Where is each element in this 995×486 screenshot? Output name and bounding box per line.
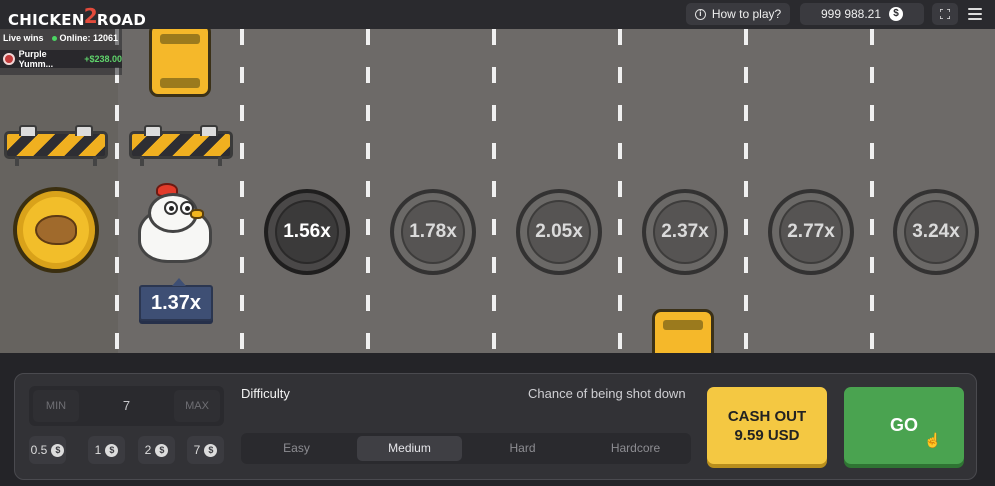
how-to-play-button[interactable]: i How to play? (686, 3, 790, 25)
hamburger-menu-button[interactable] (966, 6, 984, 22)
dollar-coin-icon: $ (105, 443, 119, 457)
go-button[interactable]: GO (844, 387, 964, 464)
dollar-coin-icon: $ (889, 7, 904, 21)
lane-divider (492, 29, 496, 353)
top-bar: CHICKEN2ROAD i How to play? 999 988.21 $ (0, 0, 995, 29)
barrier-legs (140, 157, 222, 166)
cash-out-amount: 9.59 USD (734, 426, 800, 444)
multiplier-manhole-2[interactable]: 1.78x (390, 189, 476, 275)
taxi-rear-window (160, 78, 200, 88)
balance-display: 999 988.21 $ (800, 3, 924, 25)
fullscreen-button[interactable] (932, 3, 958, 25)
game-logo: CHICKEN2ROAD (8, 4, 147, 29)
lane-divider (870, 29, 874, 353)
menu-icon-bar (968, 18, 982, 20)
road-area: 1.37x 1.56x 1.78x 2.05x 2.37x 2.77x 3.24… (0, 29, 995, 353)
chicken-eye (164, 201, 178, 215)
player-avatar (3, 53, 15, 65)
dollar-coin-icon: $ (155, 443, 169, 457)
chicken-player (134, 179, 214, 269)
game-root: CHICKEN2ROAD i How to play? 999 988.21 $ (0, 0, 995, 486)
chicken-beak (190, 209, 204, 219)
difficulty-label: Difficulty (241, 386, 290, 401)
quick-bet-button[interactable]: 7 $ (187, 436, 224, 464)
taxi-windshield (663, 320, 703, 330)
live-wins-label: Live wins (3, 33, 44, 43)
difficulty-tab-medium[interactable]: Medium (357, 436, 462, 461)
difficulty-selector: Easy Medium Hard Hardcore (241, 433, 691, 464)
lane-divider (240, 29, 244, 353)
live-wins-panel: Live wins Online: 12061 Purple Yumm... +… (0, 29, 122, 75)
lane-divider (618, 29, 622, 353)
roast-chicken-coin-icon (13, 187, 99, 273)
lane-divider (744, 29, 748, 353)
taxi-car (149, 29, 211, 97)
player-name: Purple Yumm... (18, 49, 54, 69)
difficulty-tab-hardcore[interactable]: Hardcore (583, 436, 688, 461)
menu-icon-bar (968, 8, 982, 10)
chance-label: Chance of being shot down (528, 386, 686, 401)
difficulty-tab-hard[interactable]: Hard (470, 436, 575, 461)
quick-bet-button[interactable]: 0.5 $ (29, 436, 66, 464)
lane-divider (366, 29, 370, 353)
dollar-coin-icon: $ (51, 443, 65, 457)
dollar-coin-icon: $ (204, 443, 218, 457)
win-amount: +$238.00 (84, 54, 122, 64)
multiplier-manhole-3[interactable]: 2.05x (516, 189, 602, 275)
taxi-windshield (160, 34, 200, 44)
road-barrier (4, 125, 108, 166)
fullscreen-icon (940, 9, 950, 19)
bet-panel: MIN 7 MAX 0.5 $ 1 $ 2 $ 7 $ Difficulty Chanc… (14, 373, 977, 480)
control-area: MIN 7 MAX 0.5 $ 1 $ 2 $ 7 $ Difficulty Chanc… (0, 353, 995, 486)
cash-out-label: CASH OUT (727, 407, 807, 425)
bet-amount-input[interactable]: 7 (79, 386, 174, 426)
live-win-row: Purple Yumm... +$238.00 (0, 49, 122, 69)
multiplier-manhole-6[interactable]: 3.24x (893, 189, 979, 275)
bet-stepper: MIN 7 MAX (29, 386, 224, 426)
taxi-car (652, 309, 714, 353)
info-icon: i (694, 8, 706, 20)
road-barrier (129, 125, 233, 166)
difficulty-tab-easy[interactable]: Easy (244, 436, 349, 461)
online-dot-icon (51, 36, 57, 41)
bet-min-button[interactable]: MIN (33, 390, 79, 422)
quick-bet-button[interactable]: 2 $ (138, 436, 175, 464)
multiplier-manhole-4[interactable]: 2.37x (642, 189, 728, 275)
bet-max-button[interactable]: MAX (174, 390, 220, 422)
how-to-play-label: How to play? (711, 7, 782, 21)
roast-chicken-icon (35, 215, 77, 245)
multiplier-manhole-5[interactable]: 2.77x (768, 189, 854, 275)
cash-out-button[interactable]: CASH OUT 9.59 USD (707, 387, 827, 464)
quick-bet-button[interactable]: 1 $ (88, 436, 125, 464)
online-count: Online: 12061 (51, 33, 118, 43)
live-wins-header: Live wins Online: 12061 (3, 33, 118, 43)
multiplier-manhole-1[interactable]: 1.56x (264, 189, 350, 275)
current-multiplier-tag: 1.37x (139, 278, 213, 321)
hand-cursor-icon: ☝ (924, 432, 942, 448)
balance-amount: 999 988.21 (820, 7, 882, 21)
lane-divider (115, 29, 119, 353)
barrier-legs (15, 157, 97, 166)
menu-icon-bar (968, 13, 982, 15)
